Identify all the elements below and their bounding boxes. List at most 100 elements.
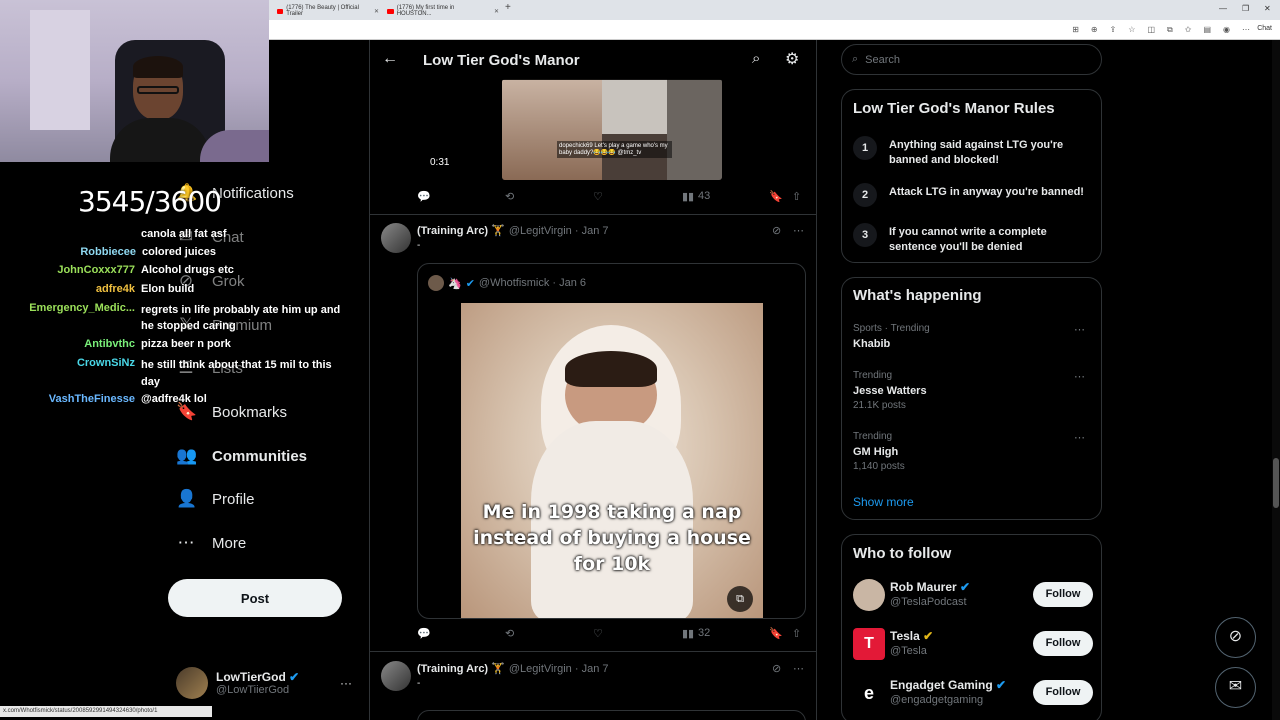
video-thumbnail[interactable]: dopechick69 Let's play a game who's my b… <box>502 79 722 180</box>
more-icon[interactable]: ⋯ <box>1074 370 1085 383</box>
nav-bookmarks[interactable]: 🔖 Bookmarks <box>176 402 287 422</box>
messages-fab-icon[interactable]: ✉ <box>1215 667 1256 708</box>
video-frame-right <box>667 79 722 180</box>
account-more-icon[interactable]: ··· <box>340 676 352 690</box>
minimize-icon[interactable]: — <box>1219 4 1227 13</box>
account-switcher[interactable]: LowTierGod ✔ @LowTiierGod <box>176 667 299 699</box>
follow-button[interactable]: Follow <box>1033 680 1093 705</box>
webcam-feed <box>0 0 269 162</box>
follow-button[interactable]: Follow <box>1033 582 1093 607</box>
quoted-post[interactable] <box>417 710 806 720</box>
follow-suggestion[interactable]: T Tesla ✔ @Tesla Follow <box>853 628 1098 662</box>
avatar[interactable] <box>381 223 411 253</box>
tab-label: (1776) The Beauty | Official Trailer <box>286 5 359 17</box>
chat-message: Emergency_Medic... regrets in life proba… <box>29 302 341 332</box>
post-actions: 💬 ⟲ ♡ ▮▮ 32 🔖 ⇧ <box>417 627 807 643</box>
search-icon: ⌕ <box>852 53 859 65</box>
grok-icon[interactable]: ⊘ <box>772 224 781 237</box>
more-icon[interactable]: ⋯ <box>1074 323 1085 336</box>
nav-communities[interactable]: 👥 Communities <box>176 446 307 466</box>
like-icon[interactable]: ♡ <box>593 627 603 640</box>
chat-message: VashTheFinesse @adfre4k lol <box>48 393 207 405</box>
collections-icon[interactable]: ▤ <box>1203 25 1211 35</box>
video-caption: dopechick69 Let's play a game who's my b… <box>557 141 672 158</box>
verified-badge-icon: ✔ <box>996 678 1007 692</box>
like-icon[interactable]: ♡ <box>593 190 603 203</box>
maximize-icon[interactable]: ❐ <box>1242 4 1249 13</box>
chat-message: Robbiecee colored juices <box>80 246 216 258</box>
show-more-link[interactable]: Show more <box>853 495 914 509</box>
youtube-icon <box>387 8 394 14</box>
search-icon[interactable]: ⌕ <box>752 50 760 67</box>
views-icon[interactable]: ▮▮ <box>682 627 694 640</box>
rules-title: Low Tier God's Manor Rules <box>853 100 1055 117</box>
bookmark-icon[interactable]: 🔖 <box>769 627 783 640</box>
new-tab-button[interactable]: + <box>505 2 511 13</box>
menu-icon[interactable]: ⋯ <box>1242 25 1250 35</box>
post-actions: 💬 ⟲ ♡ ▮▮ 43 🔖 ⇧ <box>417 190 807 206</box>
close-tab-icon[interactable]: ✕ <box>374 8 379 15</box>
community-timeline: ← Low Tier God's Manor ⌕ ⚙ dopechick69 L… <box>369 40 817 720</box>
favorites-icon[interactable]: ✩ <box>1185 25 1192 35</box>
trend-item[interactable]: Trending GM High 1,140 posts ⋯ <box>853 431 1093 472</box>
back-arrow-icon[interactable]: ← <box>382 50 398 68</box>
star-icon[interactable]: ☆ <box>1128 25 1135 35</box>
youtube-icon <box>277 8 284 14</box>
zoom-icon[interactable]: ⊕ <box>1091 25 1098 35</box>
views-icon[interactable]: ▮▮ <box>682 190 694 203</box>
more-icon[interactable]: ⋯ <box>793 662 804 675</box>
reply-icon[interactable]: 💬 <box>417 627 431 640</box>
tesla-logo-icon: T <box>853 628 885 660</box>
grok-icon[interactable]: ⊘ <box>772 662 781 675</box>
repost-icon[interactable]: ⟲ <box>505 627 514 640</box>
translate-icon[interactable]: ⊞ <box>1072 25 1079 35</box>
account-name: LowTierGod ✔ <box>216 670 300 684</box>
follow-suggestion[interactable]: Rob Maurer ✔ @TeslaPodcast Follow <box>853 579 1098 613</box>
more-icon[interactable]: ⋯ <box>793 224 804 237</box>
trend-item[interactable]: Sports · Trending Khabib ⋯ <box>853 323 1093 350</box>
page-scrollbar[interactable] <box>1272 40 1280 720</box>
post-button[interactable]: Post <box>168 579 342 617</box>
media-alt-icon[interactable]: ⧉ <box>727 586 753 612</box>
post-header: (Training Arc) 🏋 @LegitVirgin · Jan 7 <box>417 225 609 237</box>
gear-icon[interactable]: ⚙ <box>785 49 799 69</box>
quoted-post[interactable]: 🦄 ✔ @Whotfismick · Jan 6 Me in 1998 taki… <box>417 263 806 619</box>
more-icon[interactable]: ⋯ <box>1074 431 1085 444</box>
toolbar-icons: ⊞ ⊕ ⇪ ☆ ◫ ⧉ ✩ ▤ ◉ ⋯ <box>1072 25 1250 35</box>
scrollbar-thumb[interactable] <box>1273 458 1279 508</box>
grok-fab-icon[interactable]: ⊘ <box>1215 617 1256 658</box>
reply-icon[interactable]: 💬 <box>417 190 431 203</box>
copilot-chat-button[interactable]: Chat <box>1257 25 1272 32</box>
repost-icon[interactable]: ⟲ <box>505 190 514 203</box>
bookmark-icon: 🔖 <box>176 402 198 421</box>
follower-goal-counter: 3545/3600 <box>78 185 222 218</box>
browser-tab-strip: (1776) The Beauty | Official Trailer ✕ (… <box>269 0 1280 20</box>
close-window-icon[interactable]: ✕ <box>1264 4 1271 13</box>
split-icon[interactable]: ◫ <box>1147 25 1155 35</box>
nav-profile[interactable]: 👤 Profile <box>176 489 255 509</box>
follow-button[interactable]: Follow <box>1033 631 1093 656</box>
share-icon[interactable]: ⇪ <box>1110 25 1117 35</box>
address-bar[interactable]: ⊞ ⊕ ⇪ ☆ ◫ ⧉ ✩ ▤ ◉ ⋯ Chat <box>269 20 1280 40</box>
communities-icon: 👥 <box>176 446 198 465</box>
webcam-hair <box>133 56 183 78</box>
follow-suggestion[interactable]: e Engadget Gaming ✔ @engadgetgaming Foll… <box>853 677 1098 711</box>
extensions-icon[interactable]: ⧉ <box>1167 25 1173 35</box>
views-count: 43 <box>698 190 711 202</box>
video-frame-left <box>502 79 602 180</box>
post-text: - <box>417 240 421 251</box>
browser-tab[interactable]: (1776) The Beauty | Official Trailer ✕ <box>273 3 383 19</box>
bookmark-icon[interactable]: 🔖 <box>769 190 783 203</box>
quoted-image[interactable]: Me in 1998 taking a nap instead of buyin… <box>461 303 763 618</box>
profile-browser-icon[interactable]: ◉ <box>1223 25 1230 35</box>
nav-more[interactable]: ⋯ More <box>176 533 247 553</box>
more-circle-icon: ⋯ <box>177 533 195 552</box>
search-input[interactable]: ⌕ Search <box>841 44 1102 75</box>
trend-item[interactable]: Trending Jesse Watters 21.1K posts ⋯ <box>853 370 1093 411</box>
browser-tab[interactable]: (1776) My first time in HOUSTON... ✕ <box>383 3 503 19</box>
avatar[interactable] <box>381 661 411 691</box>
chat-message: canola all fat asf <box>141 228 227 240</box>
close-tab-icon[interactable]: ✕ <box>494 8 499 15</box>
share-icon[interactable]: ⇧ <box>792 627 801 640</box>
share-icon[interactable]: ⇧ <box>792 190 801 203</box>
